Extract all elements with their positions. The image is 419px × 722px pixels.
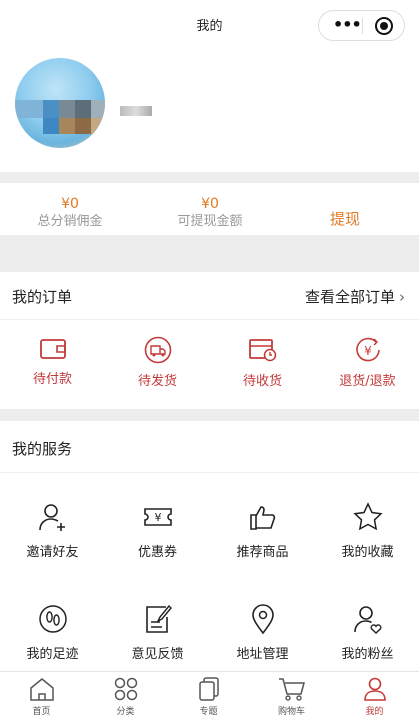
services-title: 我的服务 — [12, 440, 73, 458]
wallet-icon — [39, 339, 66, 359]
service-label: 地址管理 — [236, 647, 289, 662]
service-label: 优惠券 — [137, 545, 177, 560]
location-icon — [251, 604, 274, 635]
order-item-label: 待付款 — [32, 372, 72, 387]
service-label: 邀请好友 — [26, 545, 79, 560]
total-commission-amount: ¥0 — [61, 196, 79, 212]
service-label: 我的收藏 — [341, 545, 394, 560]
order-to-receive[interactable]: 待收货 — [210, 336, 315, 389]
order-refund[interactable]: ¥ 退货/退款 — [315, 336, 419, 389]
orders-section: 我的订单 查看全部订单 › 待付款 待发货 待收货 ¥ 退货/退款 — [0, 272, 419, 409]
order-item-label: 退货/退款 — [339, 374, 396, 389]
fans-icon — [353, 606, 381, 634]
svg-text:¥: ¥ — [154, 511, 161, 524]
tab-label: 专题 — [199, 707, 218, 717]
withdraw-button[interactable]: 提现 — [330, 208, 360, 229]
view-all-orders-label: 查看全部订单 — [304, 288, 395, 306]
bottom-tab-bar: 首页 分类 专题 购物车 我的 — [0, 671, 419, 722]
withdrawable-amount: ¥0 可提现金额 — [140, 195, 280, 231]
service-label: 意见反馈 — [131, 647, 184, 662]
service-label: 推荐商品 — [236, 545, 289, 560]
cart-icon — [278, 678, 305, 701]
services-section: 我的服务 邀请好友 ¥ 优惠券 推荐商品 我的收藏 我的足迹 意见反馈 地址管理… — [0, 421, 419, 671]
order-pending-payment[interactable]: 待付款 — [0, 336, 105, 387]
orders-title: 我的订单 — [12, 288, 73, 306]
tab-profile[interactable]: 我的 — [333, 676, 416, 717]
tab-label: 我的 — [365, 707, 384, 717]
profile-card — [0, 50, 419, 172]
coupon-icon: ¥ — [143, 508, 172, 526]
services-header: 我的服务 — [0, 421, 419, 473]
service-label: 我的粉丝 — [341, 647, 394, 662]
withdrawable-amount-value: ¥0 — [201, 196, 219, 212]
service-feedback[interactable]: 意见反馈 — [105, 603, 210, 662]
star-icon — [352, 502, 383, 531]
svg-text:¥: ¥ — [364, 344, 372, 358]
service-favorites[interactable]: 我的收藏 — [315, 501, 419, 560]
service-invite-friends[interactable]: 邀请好友 — [0, 501, 105, 560]
footprint-icon — [38, 605, 67, 633]
home-icon — [29, 678, 54, 701]
nav-header: 我的 ••• — [0, 0, 419, 50]
feedback-icon — [145, 604, 172, 633]
service-label: 我的足迹 — [26, 647, 79, 662]
orders-header: 我的订单 查看全部订单 › — [0, 272, 419, 320]
nickname-blurred — [120, 106, 152, 116]
tab-topic[interactable]: 专题 — [167, 676, 250, 717]
close-mini-program-icon[interactable] — [375, 17, 393, 35]
service-fans[interactable]: 我的粉丝 — [315, 603, 419, 662]
category-icon — [114, 677, 137, 701]
commission-stats: ¥0 总分销佣金 ¥0 可提现金额 提现 — [0, 183, 419, 235]
truck-icon — [144, 336, 171, 364]
refund-icon: ¥ — [355, 337, 380, 362]
more-options-icon[interactable]: ••• — [333, 17, 362, 33]
tab-label: 分类 — [116, 707, 135, 717]
total-commission-label: 总分销佣金 — [37, 214, 103, 229]
order-item-label: 待收货 — [242, 374, 282, 389]
avatar[interactable] — [15, 58, 105, 148]
service-footprints[interactable]: 我的足迹 — [0, 603, 105, 662]
add-user-icon — [38, 504, 65, 531]
order-to-ship[interactable]: 待发货 — [105, 336, 210, 389]
service-coupons[interactable]: ¥ 优惠券 — [105, 501, 210, 560]
mini-program-capsule: ••• — [318, 10, 405, 41]
tab-category[interactable]: 分类 — [84, 676, 167, 717]
tab-home[interactable]: 首页 — [0, 676, 83, 717]
service-address[interactable]: 地址管理 — [210, 603, 315, 662]
service-recommended[interactable]: 推荐商品 — [210, 501, 315, 560]
chevron-right-icon: › — [399, 288, 405, 306]
tab-label: 首页 — [32, 707, 51, 717]
capsule-divider — [362, 18, 363, 34]
receive-icon — [248, 339, 276, 362]
tab-cart[interactable]: 购物车 — [250, 676, 333, 717]
total-commission: ¥0 总分销佣金 — [0, 195, 140, 231]
tab-label: 购物车 — [277, 707, 305, 717]
thumbs-up-icon — [249, 506, 275, 530]
order-item-label: 待发货 — [137, 374, 177, 389]
topic-icon — [198, 677, 219, 701]
view-all-orders-link[interactable]: 查看全部订单 › — [305, 286, 405, 307]
withdrawable-amount-label: 可提现金额 — [177, 214, 243, 229]
profile-icon — [363, 677, 386, 701]
